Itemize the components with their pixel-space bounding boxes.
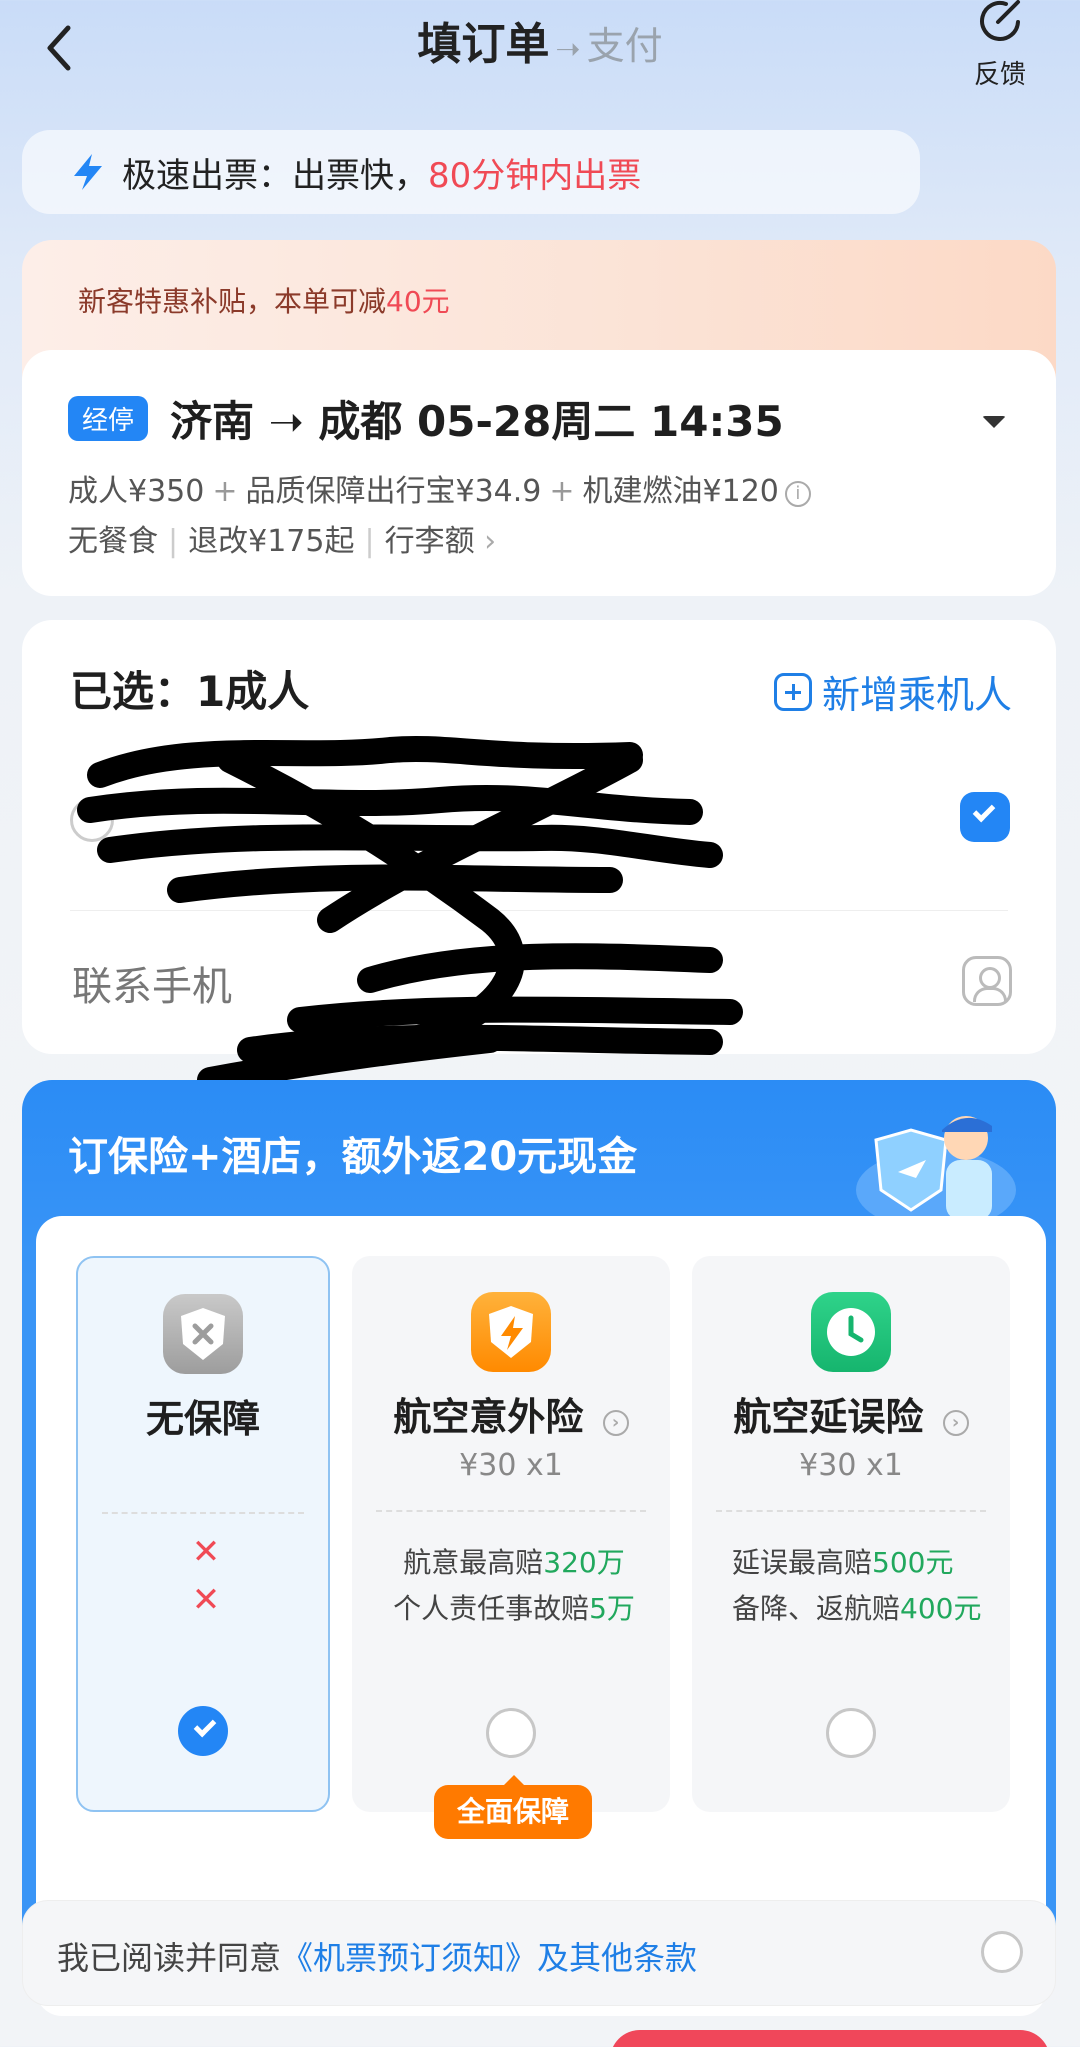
price-breakdown: 成人¥350 + 品质保障出行宝¥34.9 + 机建燃油¥120 i [68, 466, 811, 510]
feature-value: 5万 [589, 1592, 635, 1625]
tax-price: 机建燃油¥120 [582, 474, 779, 509]
dashed-divider [716, 1510, 986, 1512]
option-title: 航空意外险 › [352, 1386, 670, 1441]
promo-label: 新客特惠补贴，本单可减 [78, 285, 387, 318]
info-circle-icon[interactable]: › [602, 1410, 629, 1436]
insurance-option-delay[interactable]: 航空延误险 › ¥30 x1 延误最高赔500元 备降、返航赔400元 [692, 1256, 1010, 1812]
check-icon [972, 799, 996, 823]
separator: | [364, 524, 375, 559]
x-icon: ✕ [191, 1580, 221, 1620]
feature-value: 400元 [900, 1592, 982, 1625]
feature-value: 320万 [543, 1546, 625, 1579]
no-coverage-icon [163, 1294, 243, 1374]
agreement-prefix: 我已阅读并同意 [57, 1939, 282, 1977]
feature-text: 延误最高赔 [732, 1546, 873, 1579]
promo-amount: 40元 [386, 285, 450, 318]
insurance-price: 品质保障出行宝¥34.9 [245, 474, 542, 509]
flight-card[interactable]: 经停 济南 ➝ 成都 05-28周二 14:35 成人¥350 + 品质保障出行宝¥… [22, 350, 1056, 596]
page-title: 填订单 ➝ 支付 [0, 8, 1080, 72]
selected-count: 已选：1成人 [70, 667, 310, 716]
caret-down-icon[interactable] [982, 416, 1006, 428]
feedback-label: 反馈 [973, 60, 1026, 90]
option-features: ✕ ✕ [94, 1528, 318, 1624]
adult-price: 成人¥350 [68, 474, 205, 509]
option-radio[interactable] [826, 1708, 876, 1758]
clock-icon [811, 1292, 891, 1372]
dashed-divider [102, 1512, 304, 1514]
edit-icon [980, 0, 1020, 41]
info-circle-icon[interactable]: › [942, 1410, 969, 1436]
option-features: 延误最高赔500元 备降、返航赔400元 [732, 1540, 1000, 1632]
next-step-label: 支付 [586, 24, 663, 68]
refund-info: 退改¥175起 [188, 524, 355, 559]
insurance-headline: 订保险+酒店，额外返20元现金 [68, 1134, 638, 1180]
agreement-bar[interactable]: 我已阅读并同意《机票预订须知》及其他条款 [22, 1900, 1056, 2006]
fare-rules[interactable]: 无餐食 | 退改¥175起 | 行李额 › [68, 516, 496, 560]
full-coverage-badge: 全面保障 [434, 1775, 592, 1839]
option-name: 航空延误险 [733, 1395, 924, 1439]
feature-text: 个人责任事故赔 [393, 1592, 590, 1625]
option-price: ¥30 x1 [799, 1448, 903, 1483]
redaction-scribble [77, 735, 743, 1093]
option-name: 无保障 [145, 1397, 260, 1441]
option-radio-selected[interactable] [178, 1706, 228, 1756]
contact-book-icon[interactable] [962, 956, 1012, 1006]
x-icon: ✕ [191, 1532, 221, 1572]
option-name: 航空意外险 [393, 1395, 584, 1439]
fast-ticket-highlight: 80分钟内出票 [428, 155, 642, 196]
option-features: 航意最高赔320万 个人责任事故赔5万 [368, 1540, 660, 1632]
lightning-icon [74, 154, 102, 190]
terms-link[interactable]: 《机票预订须知》及其他条款 [281, 1939, 697, 1977]
info-icon[interactable]: i [784, 481, 811, 507]
shield-lightning-icon [471, 1292, 551, 1372]
plus-icon [773, 672, 812, 711]
dashed-divider [376, 1510, 646, 1512]
option-radio[interactable] [486, 1708, 536, 1758]
fast-ticket-label: 极速出票：出票快， [122, 155, 428, 196]
separator: | [168, 524, 179, 559]
mascot-illustration [856, 1116, 1016, 1230]
insurance-option-accident[interactable]: 航空意外险 › ¥30 x1 航意最高赔320万 个人责任事故赔5万 [352, 1256, 670, 1812]
meal-info: 无餐食 [68, 524, 158, 559]
feature-text: 备降、返航赔 [732, 1592, 901, 1625]
passenger-checkbox[interactable] [960, 792, 1010, 842]
flight-route: 济南 ➝ 成都 05-28周二 14:35 [170, 397, 784, 446]
feature-value: 500元 [872, 1546, 954, 1579]
agreement-text: 我已阅读并同意《机票预订须知》及其他条款 [57, 1933, 697, 1979]
fast-ticket-banner: 极速出票：出票快， 80分钟内出票 [22, 130, 920, 214]
option-title: 航空延误险 › [692, 1386, 1010, 1441]
baggage-info: 行李额 [384, 524, 475, 559]
add-passenger-label: 新增乘机人 [821, 673, 1012, 717]
step-arrow: ➝ [555, 32, 581, 67]
chevron-right-icon: › [484, 524, 497, 559]
feedback-button[interactable]: 反馈 [960, 0, 1040, 91]
insurance-option-none[interactable]: 无保障 ✕ ✕ [76, 1256, 330, 1812]
add-passenger-button[interactable]: 新增乘机人 [773, 664, 1012, 719]
pay-button[interactable] [610, 2030, 1050, 2047]
insurance-options-panel: 无保障 ✕ ✕ 航空意外险 › ¥30 x1 航意最高赔320万 个人责任事故赔… [36, 1216, 1046, 2016]
check-icon [193, 1714, 217, 1738]
agreement-checkbox[interactable] [981, 1931, 1023, 1973]
plus-sign: + [549, 474, 575, 509]
promo-text: 新客特惠补贴，本单可减40元 [78, 280, 450, 320]
plus-sign: + [212, 474, 238, 509]
feature-text: 航意最高赔 [403, 1546, 544, 1579]
option-price: ¥30 x1 [459, 1448, 563, 1483]
stopover-badge: 经停 [68, 396, 149, 441]
page-title-text: 填订单 [417, 19, 550, 70]
